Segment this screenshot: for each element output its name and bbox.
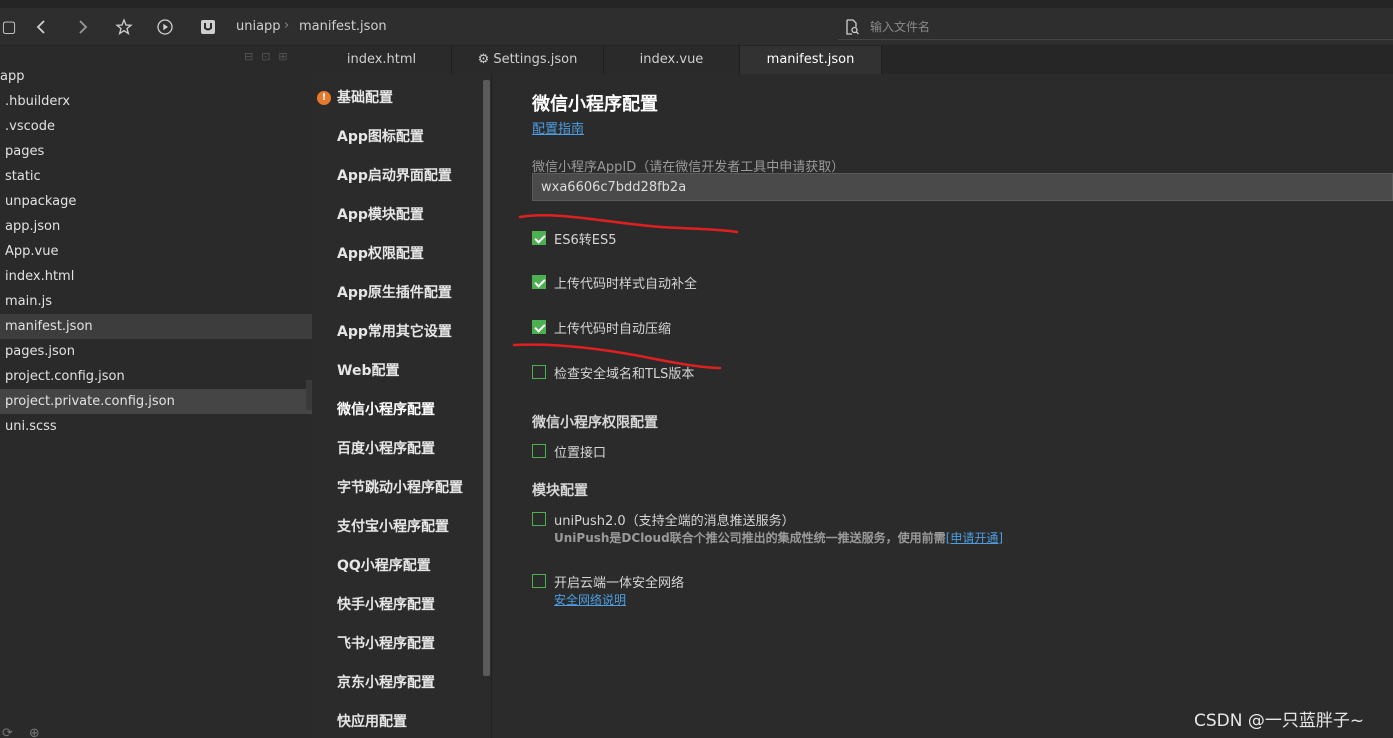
checkbox-checked[interactable] bbox=[532, 231, 546, 245]
option-label: ES6转ES5 bbox=[554, 233, 617, 248]
tab-settings-json[interactable]: ⚙ Settings.json bbox=[452, 46, 604, 74]
unipush-note: UniPush是DCloud联合个推公司推出的集成性统一推送服务，使用前需[申请… bbox=[554, 529, 1003, 546]
nav-item-app-plugins[interactable]: App原生插件配置 bbox=[337, 274, 452, 313]
back-icon[interactable] bbox=[33, 18, 51, 36]
option-label: 位置接口 bbox=[554, 446, 607, 461]
apply-link[interactable]: [申请开通] bbox=[946, 531, 1003, 545]
tree-item-selected[interactable]: manifest.json bbox=[0, 314, 312, 339]
nav-item-app-modules[interactable]: App模块配置 bbox=[337, 196, 424, 235]
module-heading: 模块配置 bbox=[532, 483, 588, 499]
option-label: 检查安全域名和TLS版本 bbox=[554, 367, 695, 382]
new-file-icon[interactable]: ▢ bbox=[0, 18, 18, 36]
breadcrumb-file[interactable]: manifest.json bbox=[299, 19, 387, 34]
toolbar: ▢ uniapp › manifest.json bbox=[0, 8, 1393, 46]
tree-toolbar: ⊟⊡⊞ bbox=[244, 50, 296, 63]
checkbox-checked[interactable] bbox=[532, 320, 546, 334]
checkbox-unchecked[interactable] bbox=[532, 444, 546, 458]
tree-item[interactable]: App.vue bbox=[0, 239, 312, 264]
unipush-note-text: UniPush是DCloud联合个推公司推出的集成性统一推送服务，使用前需 bbox=[554, 531, 946, 545]
checkbox-unchecked[interactable] bbox=[532, 574, 546, 588]
secure-network-link[interactable]: 安全网络说明 bbox=[554, 591, 626, 608]
tab-index-html[interactable]: index.html bbox=[312, 46, 452, 74]
nav-item-kuaishou[interactable]: 快手小程序配置 bbox=[337, 586, 435, 625]
tree-item[interactable]: .hbuilderx bbox=[0, 89, 312, 114]
nav-item-baidu[interactable]: 百度小程序配置 bbox=[337, 430, 435, 469]
tree-item[interactable]: project.config.json bbox=[0, 364, 312, 389]
tab-manifest-json[interactable]: manifest.json bbox=[740, 46, 882, 74]
nav-item-quickapp[interactable]: 快应用配置 bbox=[337, 703, 407, 738]
nav-item-feishu[interactable]: 飞书小程序配置 bbox=[337, 625, 435, 664]
tab-label: manifest.json bbox=[766, 52, 855, 67]
option-label: 上传代码时自动压缩 bbox=[554, 322, 672, 337]
option-label: uniPush2.0（支持全端的消息推送服务） bbox=[554, 514, 795, 529]
tree-item-root[interactable]: app bbox=[0, 64, 312, 89]
breadcrumb-project[interactable]: uniapp bbox=[236, 19, 281, 34]
search-file-icon bbox=[844, 19, 860, 39]
breadcrumb-separator: › bbox=[284, 18, 290, 33]
nav-item-weixin[interactable]: 微信小程序配置 bbox=[337, 391, 435, 430]
nav-item-toutiao[interactable]: 字节跳动小程序配置 bbox=[337, 469, 463, 508]
permission-heading: 微信小程序权限配置 bbox=[532, 415, 658, 431]
project-icon bbox=[199, 18, 217, 36]
tree-item[interactable]: unpackage bbox=[0, 189, 312, 214]
nav-item-app-other[interactable]: App常用其它设置 bbox=[337, 313, 452, 352]
file-search-input[interactable] bbox=[870, 18, 1270, 36]
tree-item[interactable]: pages.json bbox=[0, 339, 312, 364]
tree-item-hovered[interactable]: project.private.config.json bbox=[0, 389, 312, 414]
tree-item[interactable]: .vscode bbox=[0, 114, 312, 139]
tree-item[interactable]: pages bbox=[0, 139, 312, 164]
tab-index-vue[interactable]: index.vue bbox=[604, 46, 740, 74]
tree-bottom-icons[interactable]: ⟳⊕ bbox=[2, 726, 56, 738]
nav-item-app-icon[interactable]: App图标配置 bbox=[337, 118, 424, 157]
tree-item[interactable]: index.html bbox=[0, 264, 312, 289]
appid-input[interactable] bbox=[532, 173, 1393, 201]
csdn-watermark: CSDN @一只蓝胖子~ bbox=[1194, 711, 1365, 731]
tab-label: index.html bbox=[346, 52, 417, 67]
weixin-settings-panel: 微信小程序配置 配置指南 微信小程序AppID（请在微信开发者工具中申请获取） … bbox=[492, 74, 1393, 738]
nav-item-app-permissions[interactable]: App权限配置 bbox=[337, 235, 424, 274]
menu-bar bbox=[0, 0, 1393, 8]
manifest-settings-nav: ! 基础配置 App图标配置 App启动界面配置 App模块配置 App权限配置… bbox=[312, 74, 492, 738]
tab-label: Settings.json bbox=[493, 52, 578, 67]
gear-icon: ⚙ bbox=[477, 52, 490, 67]
hbuilderx-window: ▢ uniapp › manifest.json ⊟⊡⊞ app .hbuild… bbox=[0, 0, 1393, 738]
tab-label: index.vue bbox=[639, 52, 704, 67]
tree-item[interactable]: main.js bbox=[0, 289, 312, 314]
config-guide-link[interactable]: 配置指南 bbox=[532, 118, 584, 137]
nav-item-alipay[interactable]: 支付宝小程序配置 bbox=[337, 508, 449, 547]
editor-tabbar: index.html ⚙ Settings.json index.vue mani… bbox=[312, 46, 1393, 74]
warning-icon: ! bbox=[317, 91, 331, 105]
nav-item-app-splash[interactable]: App启动界面配置 bbox=[337, 157, 452, 196]
forward-icon[interactable] bbox=[73, 18, 91, 36]
tree-item[interactable]: app.json bbox=[0, 214, 312, 239]
project-file-tree: ⊟⊡⊞ app .hbuilderx .vscode pages static … bbox=[0, 46, 312, 738]
tree-item[interactable]: static bbox=[0, 164, 312, 189]
nav-item-jd[interactable]: 京东小程序配置 bbox=[337, 664, 435, 703]
option-label: 开启云端一体安全网络 bbox=[554, 576, 685, 591]
checkbox-unchecked[interactable] bbox=[532, 365, 546, 379]
nav-item-web[interactable]: Web配置 bbox=[337, 352, 399, 391]
checkbox-checked[interactable] bbox=[532, 275, 546, 289]
nav-item-basic[interactable]: 基础配置 bbox=[337, 79, 393, 118]
star-icon[interactable] bbox=[115, 18, 133, 36]
nav-item-qq[interactable]: QQ小程序配置 bbox=[337, 547, 431, 586]
section-title: 微信小程序配置 bbox=[532, 94, 658, 115]
file-search-box[interactable] bbox=[838, 14, 1393, 40]
play-icon[interactable] bbox=[156, 18, 174, 36]
nav-scrollbar[interactable] bbox=[483, 80, 490, 676]
option-label: 上传代码时样式自动补全 bbox=[554, 277, 698, 292]
checkbox-unchecked[interactable] bbox=[532, 512, 546, 526]
tree-item[interactable]: uni.scss bbox=[0, 414, 312, 439]
